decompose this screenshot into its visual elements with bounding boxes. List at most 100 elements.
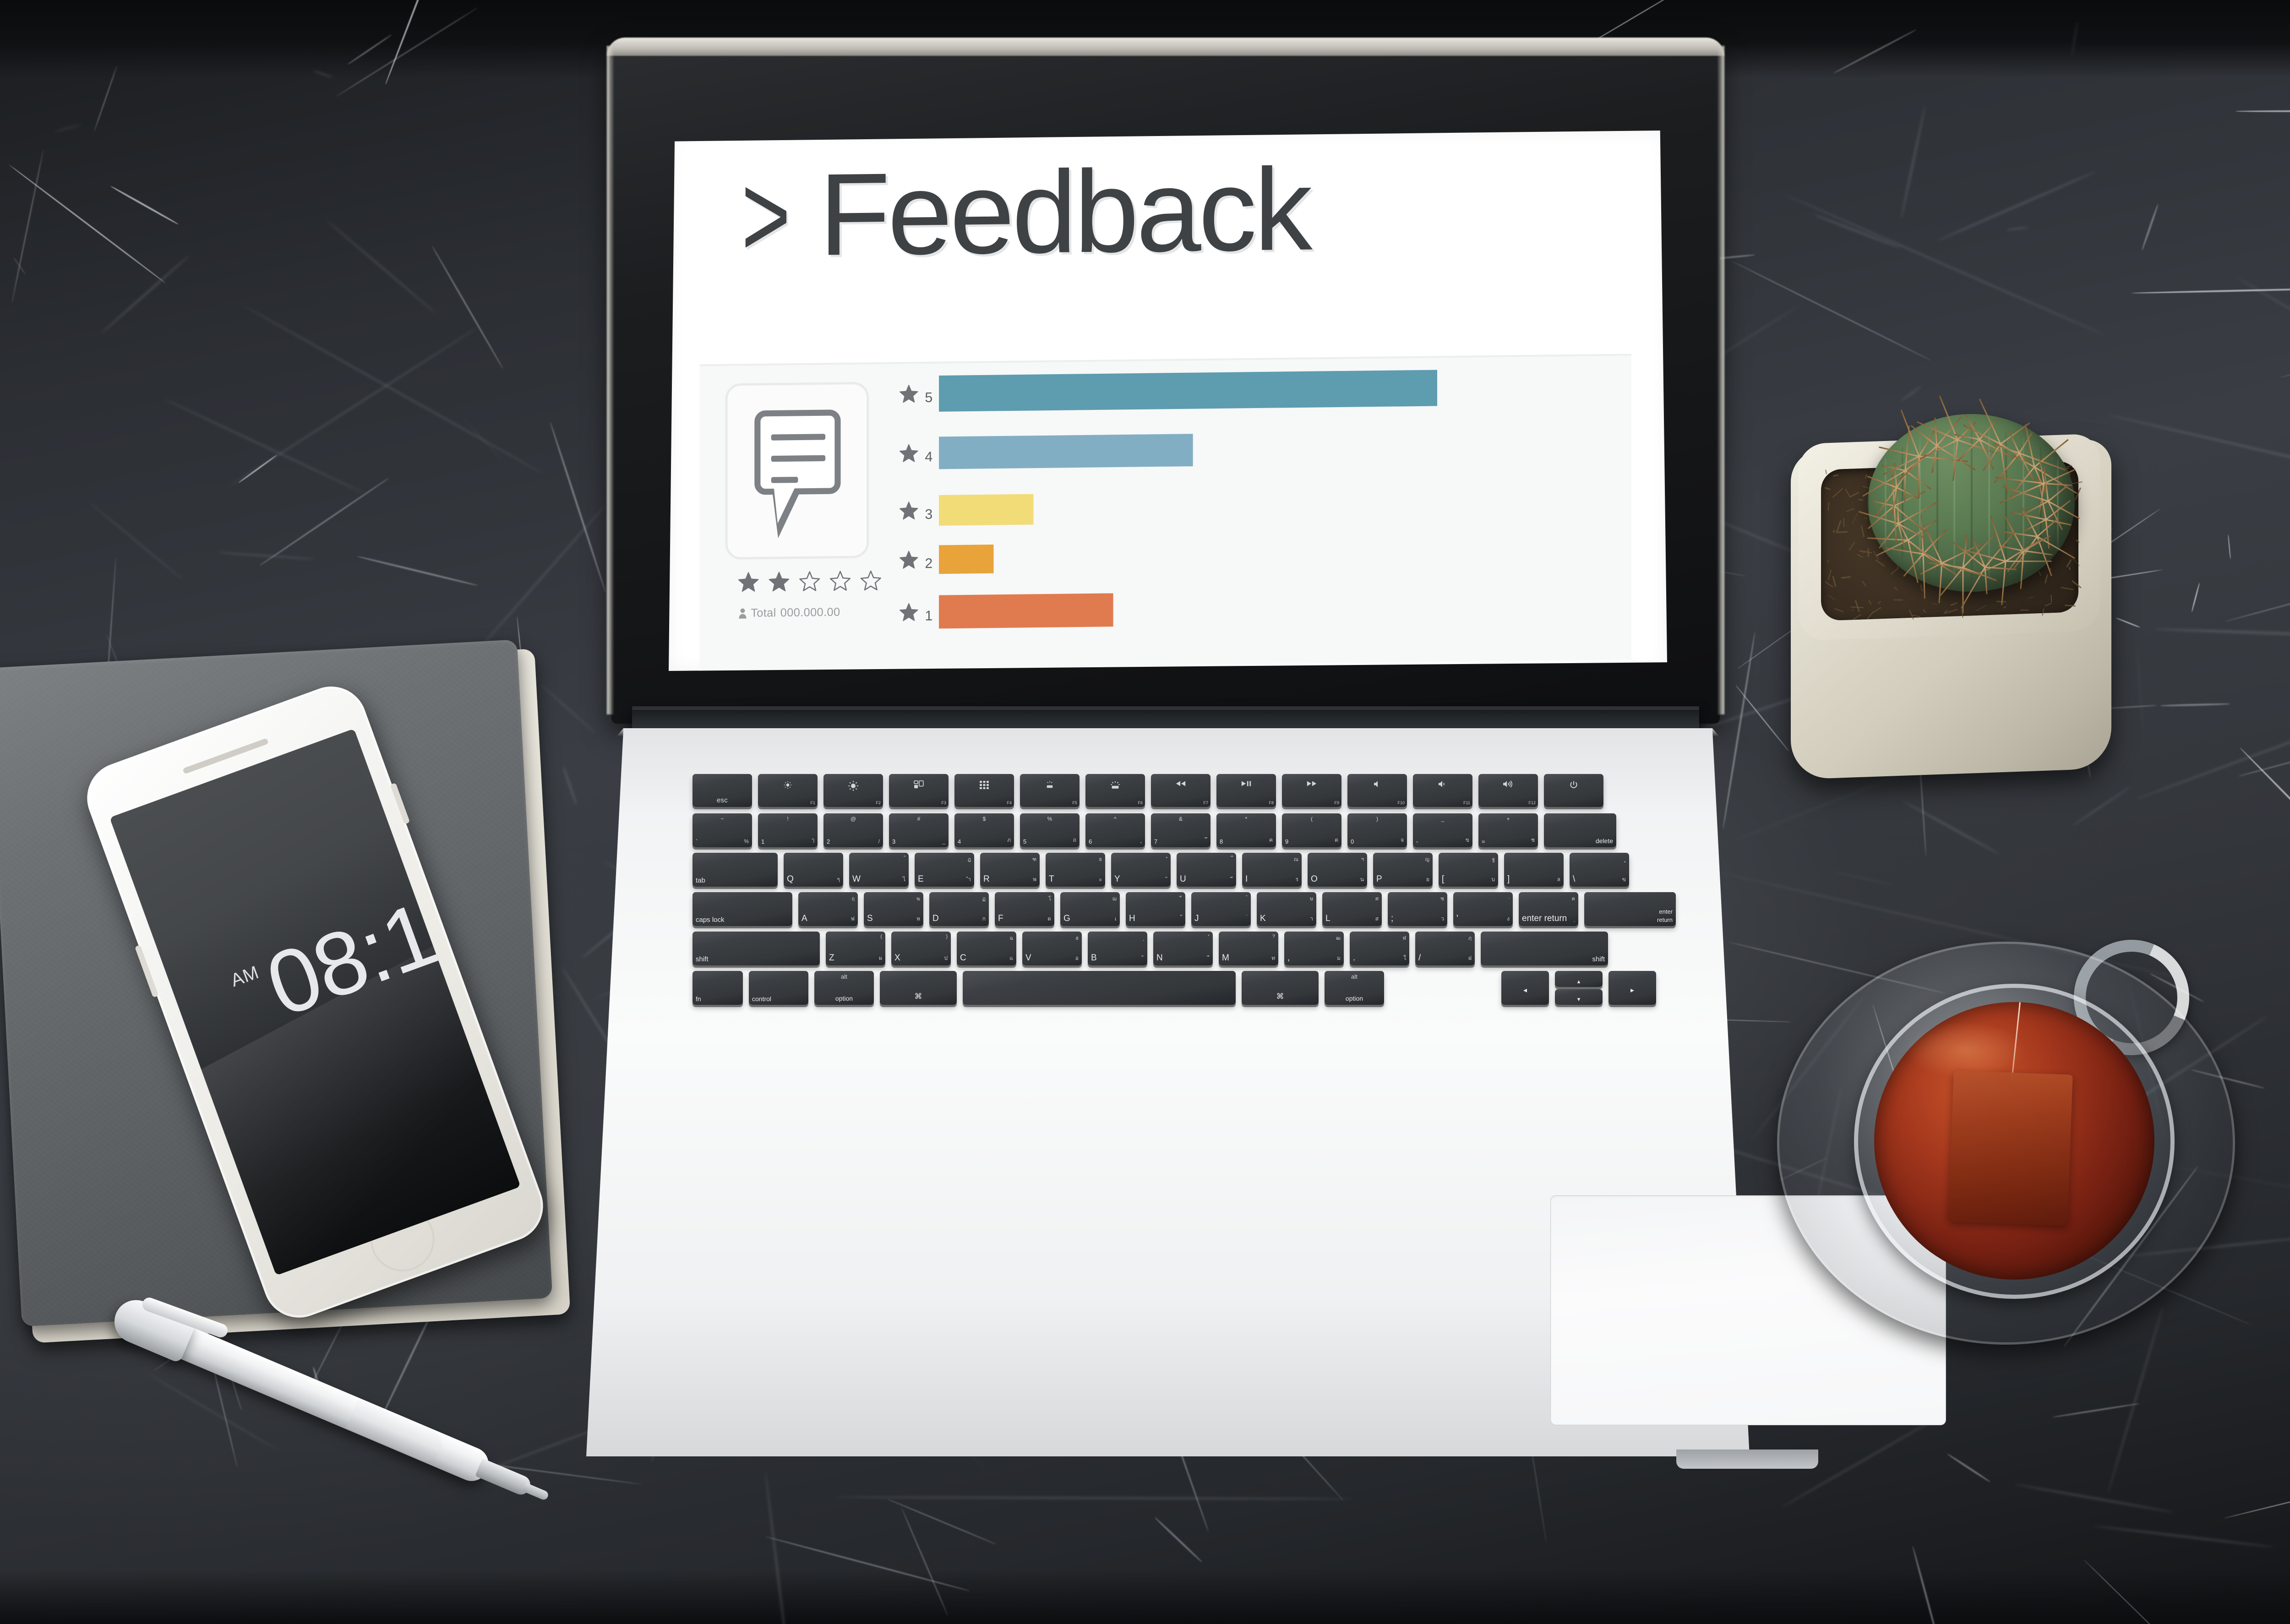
keyboard-key[interactable]: % 5 ถ <box>1020 813 1080 847</box>
keyboard-key[interactable]: $4 ภ <box>954 813 1014 847</box>
keyboard-key[interactable]: F8 <box>1216 774 1276 807</box>
keyboard-key[interactable]: ] ล <box>1504 853 1564 887</box>
keyboard-key[interactable]: X ป) <box>891 932 951 965</box>
keyboard-key[interactable]: C แ ฉ <box>957 932 1016 965</box>
keyboard-key[interactable]: Yัํ <box>1111 853 1171 887</box>
keyboard-modifier-row[interactable]: fn control alt option ⌘ ⌘ alt option <box>692 971 1384 1005</box>
keyboard-key[interactable]: A ฟ ฤ <box>798 892 858 926</box>
keyboard-key[interactable]: / ฝ ฦ <box>1415 932 1475 965</box>
keyboard-key[interactable]: Qๆ <box>784 853 843 887</box>
keyboard-key[interactable]: F10 <box>1347 774 1407 807</box>
keyboard-key[interactable]: D ก ฏ <box>929 892 989 926</box>
keyboard-key[interactable]: \ฃู <box>1570 853 1629 887</box>
keyboard-key[interactable]: [บ ฐ <box>1439 853 1498 887</box>
keyboard-key[interactable]: Nื์ <box>1153 932 1213 965</box>
keyboard-key[interactable]: fn <box>692 971 743 1005</box>
keyboard-key[interactable]: @2 / <box>823 813 883 847</box>
keyboard-key[interactable]: ) 0 จ <box>1347 813 1407 847</box>
keyboard-key[interactable]: T ะ ธ <box>1046 853 1105 887</box>
keyboard-key[interactable]: F3 <box>889 774 949 807</box>
keyboard-key[interactable]: H้็ <box>1126 892 1185 926</box>
keyboard-key[interactable]: tab <box>692 853 778 887</box>
keyboard-key[interactable]: ⌘ <box>880 971 957 1005</box>
key-label: Z <box>829 953 834 963</box>
keyboard-key[interactable]: R พ ฑ <box>980 853 1040 887</box>
keyboard-key[interactable]: E ำ ฎ <box>915 853 974 887</box>
keyboard-key[interactable]: Bิฺ <box>1088 932 1147 965</box>
keyboard-key[interactable]: #3 _ <box>889 813 949 847</box>
keyboard-key[interactable]: enter return <box>1584 892 1676 926</box>
keyboard-home-row[interactable]: caps lock A ฟ ฤ S ห ฆ D ก ฏ F ด โ G เ ฌ H้็J่๋ K า ษ L ส ศ; ว ซ '… <box>692 892 1676 926</box>
keyboard-key[interactable]: F ด โ <box>995 892 1054 926</box>
keyboard-key[interactable]: , ม ฒ <box>1284 932 1344 965</box>
keyboard-key[interactable]: Uี๊ <box>1177 853 1236 887</box>
keyboard-key[interactable]: esc <box>692 774 752 807</box>
keyboard-key[interactable]: ▾ <box>1555 989 1603 1005</box>
keyboard-key[interactable]: alt option <box>1325 971 1384 1005</box>
keyboard-key[interactable]: alt option <box>814 971 874 1005</box>
keyboard-key[interactable]: F11 <box>1413 774 1472 807</box>
keyboard-key[interactable]: ⌘ <box>1242 971 1319 1005</box>
keyboard[interactable]: esc F1 F2 F3 F4 F5 F6 F7 F8 F9 F10 F11 F12 ~ `%! 1 ๅ @2/#… <box>692 774 1676 1122</box>
keyboard-key[interactable]: F12 <box>1478 774 1538 807</box>
lid-right-edge <box>1717 46 1724 714</box>
keyboard-key[interactable]: _ - ข <box>1413 813 1472 847</box>
keyboard-key[interactable]: ~ `% <box>692 813 752 847</box>
keyboard-key[interactable]: Z ผ ( <box>826 932 885 965</box>
keyboard-key[interactable]: W ไ " <box>849 853 909 887</box>
keyboard-key[interactable]: ▸ <box>1608 971 1656 1005</box>
lid-top-edge <box>607 38 1724 56</box>
keyboard-key[interactable]: J่๋ <box>1191 892 1251 926</box>
keyboard-key[interactable]: * 8 ค <box>1216 813 1276 847</box>
keyboard-key[interactable] <box>963 971 1236 1005</box>
keyboard-key[interactable]: delete <box>1544 813 1616 847</box>
keyboard-key[interactable]: K า ษ <box>1257 892 1316 926</box>
keyboard-top-row[interactable]: tabQๆWไ"EำฎRพฑTะธYัํUี๊IรณOนฯPยญ[บฐ]ล\ฃู <box>692 853 1629 887</box>
keyboard-key[interactable]: &7ึ <box>1151 813 1210 847</box>
keyboard-key[interactable] <box>1544 774 1603 807</box>
keyboard-key[interactable]: shift <box>692 932 820 965</box>
keyboard-number-row[interactable]: ~`%!1ๅ@2/#3_$4ภ%5ถ^6ุ&7ึ*8ค(9ต)0จ_-ข+=ชd… <box>692 813 1616 847</box>
keyboard-key[interactable]: F9 <box>1282 774 1341 807</box>
keyboard-key[interactable]: G เ ฌ <box>1060 892 1120 926</box>
base-front-notch <box>1676 1450 1818 1469</box>
keyboard-key[interactable]: L ส ศ <box>1322 892 1382 926</box>
key-thai-label: ล <box>1557 876 1560 883</box>
keyboard-key[interactable]: S ห ฆ <box>864 892 923 926</box>
average-rating-stars[interactable] <box>738 570 882 593</box>
keyboard-key[interactable]: I ร ณ <box>1242 853 1302 887</box>
keyboard-key[interactable]: F5 <box>1020 774 1080 807</box>
keyboard-key[interactable]: F2 <box>823 774 883 807</box>
keyboard-key[interactable]: ▴ <box>1555 971 1603 987</box>
keyboard-key[interactable]: . ใ ฬ <box>1350 932 1409 965</box>
keyboard-key[interactable]: ! 1 ๅ <box>758 813 818 847</box>
keyboard-key[interactable]: + = ช <box>1478 813 1538 847</box>
keyboard-key[interactable]: O น ฯ <box>1308 853 1367 887</box>
keyboard-key[interactable]: (9 ต <box>1282 813 1341 847</box>
keyboard-key[interactable]: ◂ <box>1501 971 1549 1005</box>
key-label: P <box>1376 874 1382 884</box>
keyboard-key[interactable]: shift <box>1481 932 1608 965</box>
keyboard-key[interactable]: control <box>749 971 808 1005</box>
laptop-screen[interactable]: > Feedback Total 000.000.00 5 4 3 2 1 <box>669 131 1667 671</box>
keyboard-function-row[interactable]: esc F1 F2 F3 F4 F5 F6 F7 F8 F9 F10 F11 F12 <box>692 774 1603 807</box>
keyboard-key[interactable]: ^6ุ <box>1085 813 1145 847</box>
keyboard-key[interactable]: V อ ฮ <box>1022 932 1082 965</box>
keyboard-bottom-letter-row[interactable]: shift Z ผ (X ป) C แ ฉ V อ ฮ BิฺNื์ M ท?, ม ฒ. ใ ฬ / ฝ ฦ shift <box>692 932 1608 965</box>
keyboard-key[interactable]: F4 <box>954 774 1014 807</box>
key-label: ` <box>696 838 698 845</box>
keyboard-key[interactable]: F7 <box>1151 774 1210 807</box>
arrow-up-icon: ▴ <box>1577 978 1581 985</box>
keyboard-key[interactable]: ; ว ซ <box>1388 892 1447 926</box>
key-label: U <box>1180 874 1186 884</box>
keyboard-key[interactable]: F6 <box>1085 774 1145 807</box>
star-icon <box>799 571 820 591</box>
keyboard-key[interactable]: enter return. ฅ <box>1519 892 1578 926</box>
rewind-icon <box>1151 780 1210 788</box>
keyboard-arrow-cluster[interactable]: ◂ ▴ ▾ ▸ <box>1501 971 1656 1005</box>
keyboard-key[interactable]: M ท? <box>1219 932 1278 965</box>
keyboard-key[interactable]: F1 <box>758 774 818 807</box>
keyboard-key[interactable]: ' ง. <box>1453 892 1513 926</box>
keyboard-key[interactable]: P ย ญ <box>1373 853 1433 887</box>
keyboard-key[interactable]: caps lock <box>692 892 792 926</box>
